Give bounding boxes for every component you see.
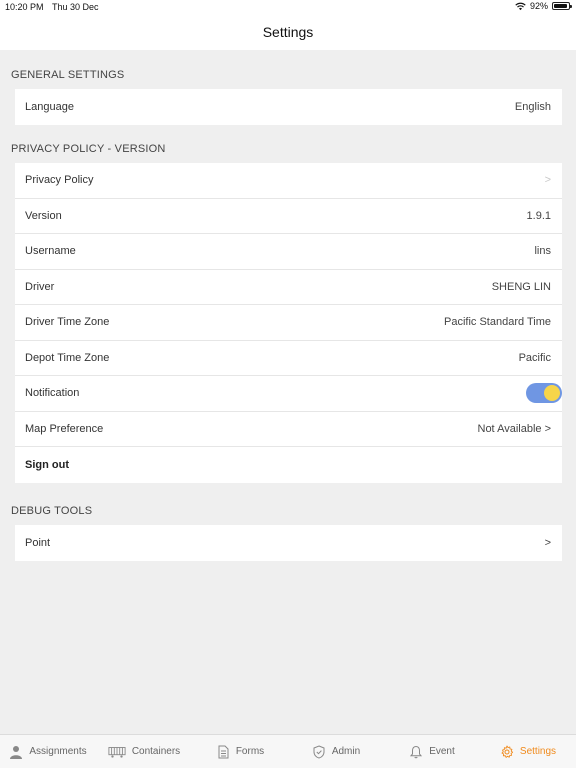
tab-label: Admin bbox=[331, 746, 361, 757]
toggle-knob bbox=[544, 385, 560, 402]
row-label: Driver Time Zone bbox=[25, 316, 110, 329]
row-label: Username bbox=[25, 245, 76, 258]
status-date: Thu 30 Dec bbox=[52, 2, 99, 12]
row-version: Version 1.9.1 bbox=[15, 199, 562, 234]
row-privacy-policy[interactable]: Privacy Policy > bbox=[15, 163, 562, 199]
row-value: lins bbox=[534, 245, 551, 258]
row-point[interactable]: Point > bbox=[15, 525, 562, 561]
tab-settings[interactable]: Settings bbox=[480, 745, 576, 759]
row-label: Version bbox=[25, 209, 62, 222]
row-map-preference[interactable]: Map Preference Not Available > bbox=[15, 412, 562, 447]
status-time: 10:20 PM bbox=[5, 2, 44, 12]
section-title-privacy: PRIVACY POLICY - VERSION bbox=[11, 143, 166, 155]
row-notification: Notification bbox=[15, 376, 562, 412]
row-label: Notification bbox=[25, 387, 80, 400]
container-icon bbox=[108, 746, 126, 758]
chevron-right-icon: > bbox=[544, 174, 551, 187]
row-value: SHENG LIN bbox=[491, 280, 551, 293]
bell-icon bbox=[410, 745, 423, 758]
battery-icon bbox=[552, 2, 572, 10]
tab-forms[interactable]: Forms bbox=[192, 745, 288, 759]
row-value: English bbox=[514, 100, 551, 113]
group-debug: Point > bbox=[15, 525, 562, 561]
tab-label: Forms bbox=[235, 746, 265, 757]
person-icon bbox=[10, 745, 23, 759]
group-privacy: Privacy Policy > Version 1.9.1 Username … bbox=[15, 163, 562, 483]
row-label: Map Preference bbox=[25, 422, 104, 435]
notification-toggle[interactable] bbox=[526, 383, 562, 404]
row-driver-time-zone: Driver Time Zone Pacific Standard Time bbox=[15, 305, 562, 341]
row-value: Not Available > bbox=[477, 422, 552, 435]
row-label: Depot Time Zone bbox=[25, 351, 110, 364]
tab-admin[interactable]: Admin bbox=[288, 744, 384, 759]
row-label: Language bbox=[25, 100, 74, 113]
tab-label: Event bbox=[429, 746, 455, 757]
document-icon bbox=[218, 745, 229, 758]
tab-label: Settings bbox=[519, 746, 557, 757]
tab-bar: Assignments Containers Forms Admin Event… bbox=[0, 734, 576, 768]
tab-containers[interactable]: Containers bbox=[96, 745, 192, 759]
row-label: Driver bbox=[25, 280, 55, 293]
tab-label: Containers bbox=[131, 746, 181, 757]
gear-icon bbox=[501, 745, 513, 758]
status-bar: 10:20 PM Thu 30 Dec 92% bbox=[0, 0, 576, 14]
row-username: Username lins bbox=[15, 234, 562, 270]
wifi-icon bbox=[515, 2, 526, 10]
section-title-general: GENERAL SETTINGS bbox=[11, 69, 125, 81]
page-title: Settings bbox=[262, 24, 314, 40]
section-title-debug: DEBUG TOOLS bbox=[11, 505, 93, 517]
row-value: Pacific bbox=[518, 351, 551, 364]
shield-icon bbox=[313, 744, 325, 759]
row-label: Point bbox=[25, 536, 51, 549]
chevron-right-icon: > bbox=[544, 536, 551, 549]
status-right: 92% bbox=[515, 1, 572, 11]
row-driver: Driver SHENG LIN bbox=[15, 270, 562, 305]
row-label: Privacy Policy bbox=[25, 174, 94, 187]
row-depot-time-zone: Depot Time Zone Pacific bbox=[15, 341, 562, 376]
group-general: Language English bbox=[15, 89, 562, 125]
tab-assignments[interactable]: Assignments bbox=[0, 745, 96, 759]
row-label: Sign out bbox=[25, 458, 69, 471]
row-value: Pacific Standard Time bbox=[444, 316, 551, 329]
sign-out-button[interactable]: Sign out bbox=[15, 447, 562, 483]
nav-header: Settings bbox=[0, 14, 576, 50]
tab-event[interactable]: Event bbox=[384, 745, 480, 759]
row-language[interactable]: Language English bbox=[15, 89, 562, 125]
battery-percent: 92% bbox=[529, 1, 548, 11]
tab-label: Assignments bbox=[29, 746, 87, 757]
row-value: 1.9.1 bbox=[526, 209, 551, 222]
